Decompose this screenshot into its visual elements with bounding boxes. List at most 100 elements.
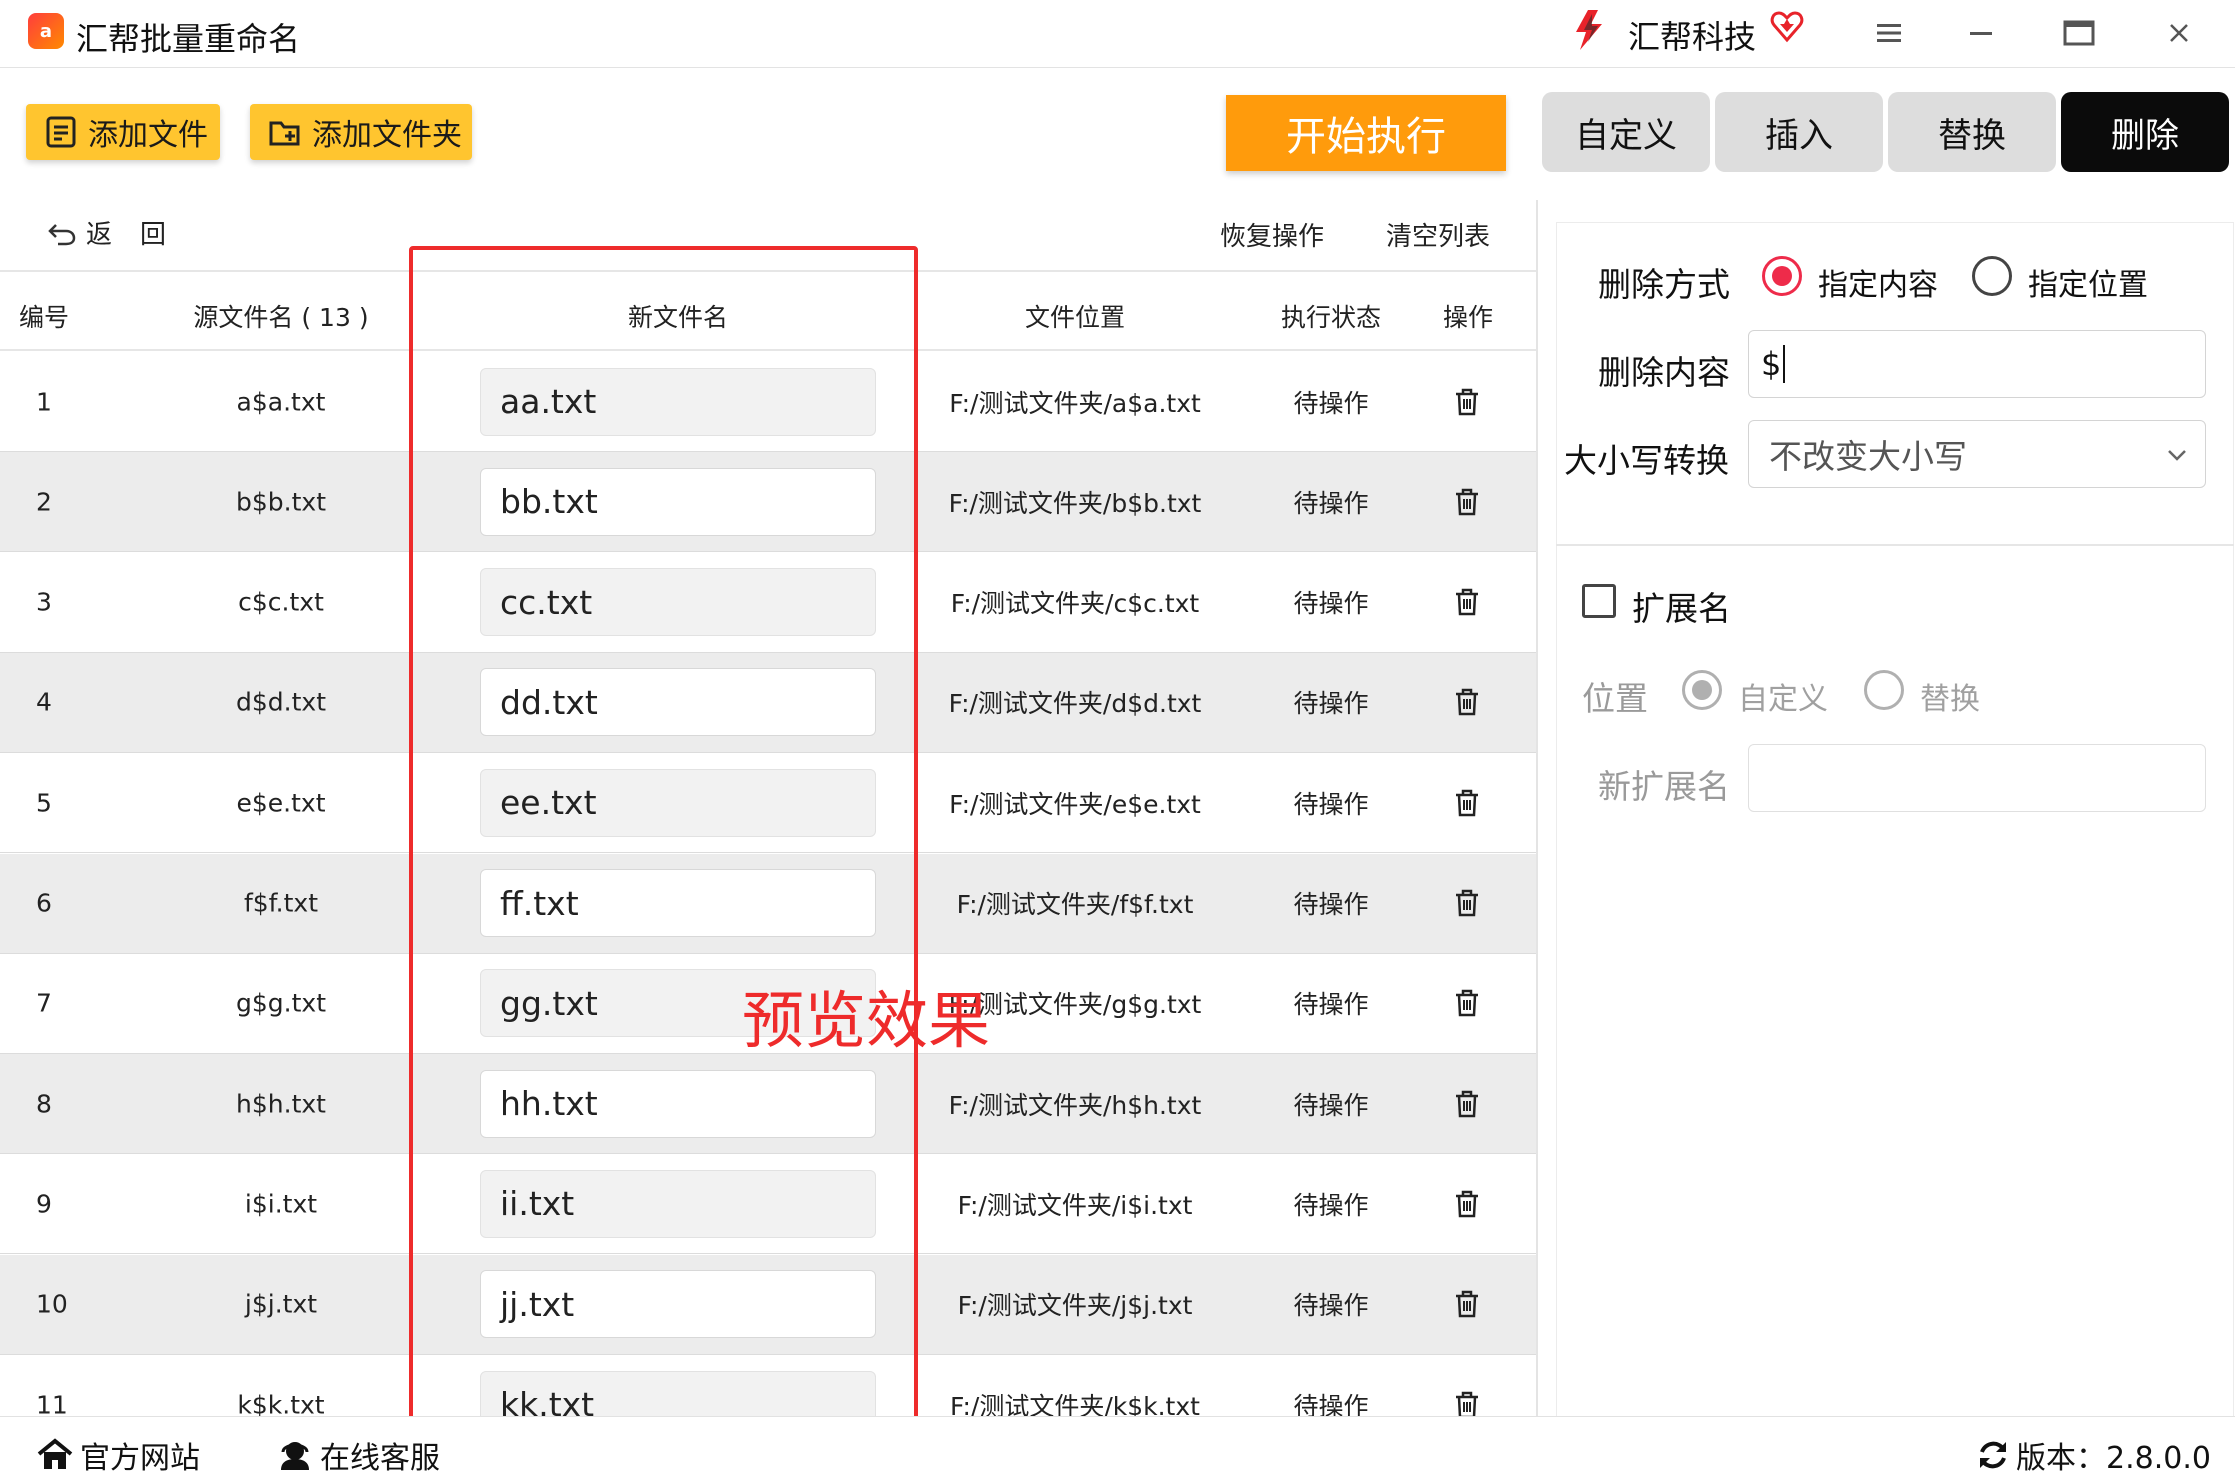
delete-content-label: 删除内容	[1598, 353, 1730, 392]
radio-position-replace-label[interactable]: 替换	[1920, 674, 1980, 718]
start-button[interactable]: 开始执行	[1226, 95, 1506, 171]
status-label: 待操作	[1293, 990, 1369, 1020]
table-header: 编号 源文件名 ( 13 ) 新文件名 文件位置 执行状态 操作	[0, 270, 1536, 351]
trash-icon[interactable]	[1453, 988, 1481, 1018]
official-website-link[interactable]: 官方网站	[36, 1433, 200, 1477]
restore-button[interactable]: 恢复操作	[1220, 216, 1324, 253]
menu-icon[interactable]	[1866, 10, 1912, 56]
file-location: F:/测试文件夹/c$c.txt	[950, 589, 1200, 619]
tab-custom[interactable]: 自定义	[1542, 92, 1710, 172]
trash-icon[interactable]	[1453, 788, 1481, 818]
radio-specified-position[interactable]	[1972, 256, 2012, 296]
app-title: 汇帮批量重命名	[76, 20, 301, 58]
table-row[interactable]: 10 j$j.txt jj.txt F:/测试文件夹/j$j.txt 待操作	[0, 1254, 1536, 1355]
delete-content-input[interactable]: $	[1748, 330, 2206, 398]
radio-specified-content-label[interactable]: 指定内容	[1818, 260, 1938, 304]
brand-name: 汇帮科技	[1628, 18, 1757, 56]
tab-delete[interactable]: 删除	[2061, 92, 2229, 172]
source-filename: g$g.txt	[236, 988, 326, 1018]
trash-icon[interactable]	[1453, 587, 1481, 617]
extension-label[interactable]: 扩展名	[1632, 582, 1731, 630]
new-extension-input[interactable]	[1748, 744, 2206, 812]
add-folder-button[interactable]: 添加文件夹	[250, 104, 472, 160]
new-filename-field[interactable]: ii.txt	[480, 1169, 876, 1238]
new-filename-field[interactable]: ff.txt	[480, 869, 876, 937]
table-row[interactable]: 6 f$f.txt ff.txt F:/测试文件夹/f$f.txt 待操作	[0, 853, 1536, 954]
version-info[interactable]: 版本：2.8.0.0	[1976, 1433, 2211, 1477]
panel-divider	[1536, 200, 1538, 1423]
radio-specified-content[interactable]	[1762, 256, 1802, 296]
minimize-icon[interactable]	[1958, 10, 2004, 56]
close-icon[interactable]	[2156, 10, 2202, 56]
row-number: 10	[36, 1289, 68, 1319]
support-agent-icon	[281, 1442, 309, 1470]
row-number: 6	[36, 888, 52, 918]
header-num: 编号	[18, 303, 70, 332]
table-row[interactable]: 2 b$b.txt bb.txt F:/测试文件夹/b$b.txt 待操作	[0, 452, 1536, 553]
file-list-icon	[46, 116, 76, 148]
header-newname[interactable]: 新文件名	[628, 298, 728, 334]
table-row[interactable]: 4 d$d.txt dd.txt F:/测试文件夹/d$d.txt 待操作	[0, 652, 1536, 753]
trash-icon[interactable]	[1453, 1089, 1481, 1119]
heart-badge-icon[interactable]	[1770, 10, 1804, 44]
row-number: 2	[36, 487, 52, 517]
case-conversion-select[interactable]: 不改变大小写	[1748, 420, 2206, 488]
panel-separator	[1556, 544, 2234, 546]
row-number: 7	[36, 988, 52, 1018]
tab-insert[interactable]: 插入	[1715, 92, 1883, 172]
maximize-icon[interactable]	[2056, 10, 2102, 56]
row-number: 8	[36, 1089, 52, 1119]
table-row[interactable]: 3 c$c.txt cc.txt F:/测试文件夹/c$c.txt 待操作	[0, 553, 1536, 653]
trash-icon[interactable]	[1453, 1289, 1481, 1319]
add-file-button[interactable]: 添加文件	[26, 104, 220, 160]
new-filename-field[interactable]: cc.txt	[480, 568, 876, 637]
back-button[interactable]: 返回	[46, 214, 194, 251]
table-row[interactable]: 9 i$i.txt ii.txt F:/测试文件夹/i$i.txt 待操作	[0, 1154, 1536, 1255]
row-number: 9	[36, 1189, 52, 1219]
row-number: 5	[36, 788, 52, 818]
trash-icon[interactable]	[1453, 1390, 1481, 1420]
tab-replace[interactable]: 替换	[1888, 92, 2056, 172]
row-number: 4	[36, 687, 52, 717]
new-filename-field[interactable]: aa.txt	[480, 367, 876, 436]
online-support-label: 在线客服	[320, 1441, 440, 1476]
new-filename-field[interactable]: bb.txt	[480, 467, 876, 536]
radio-position-custom-label[interactable]: 自定义	[1738, 674, 1828, 718]
clear-list-button[interactable]: 清空列表	[1386, 216, 1490, 253]
source-filename: i$i.txt	[244, 1189, 318, 1219]
header-location[interactable]: 文件位置	[1025, 298, 1125, 334]
radio-specified-position-label[interactable]: 指定位置	[2028, 260, 2148, 304]
preview-label: 预览效果	[742, 984, 991, 1057]
radio-position-replace[interactable]	[1864, 670, 1904, 710]
position-label: 位置	[1582, 679, 1648, 718]
status-label: 待操作	[1293, 1190, 1369, 1220]
table-row[interactable]: 1 a$a.txt aa.txt F:/测试文件夹/a$a.txt 待操作	[0, 352, 1536, 452]
file-location: F:/测试文件夹/f$f.txt	[956, 890, 1194, 919]
header-source[interactable]: 源文件名 ( 13 )	[193, 298, 368, 334]
trash-icon[interactable]	[1453, 1189, 1481, 1219]
app-logo-icon: a	[28, 13, 64, 49]
status-label: 待操作	[1293, 789, 1369, 819]
source-filename: d$d.txt	[236, 687, 326, 717]
source-filename: c$c.txt	[238, 587, 324, 617]
header-status[interactable]: 执行状态	[1281, 298, 1381, 334]
trash-icon[interactable]	[1453, 888, 1481, 918]
new-filename-field[interactable]: dd.txt	[480, 668, 876, 737]
trash-icon[interactable]	[1453, 487, 1481, 517]
extension-checkbox[interactable]	[1582, 584, 1616, 618]
radio-position-custom[interactable]	[1682, 670, 1722, 710]
trash-icon[interactable]	[1453, 387, 1481, 417]
add-file-label: 添加文件	[88, 118, 208, 153]
delete-mode-label: 删除方式	[1598, 265, 1730, 304]
official-website-label: 官方网站	[80, 1441, 200, 1476]
table-row[interactable]: 8 h$h.txt hh.txt F:/测试文件夹/h$h.txt 待操作	[0, 1054, 1536, 1155]
new-filename-field[interactable]: ee.txt	[480, 768, 876, 837]
online-support-link[interactable]: 在线客服	[276, 1433, 440, 1477]
table-row[interactable]: 5 e$e.txt ee.txt F:/测试文件夹/e$e.txt 待操作	[0, 753, 1536, 854]
trash-icon[interactable]	[1453, 687, 1481, 717]
new-filename-field[interactable]: hh.txt	[480, 1069, 876, 1138]
add-folder-label: 添加文件夹	[312, 118, 462, 153]
new-filename-field[interactable]: jj.txt	[480, 1270, 876, 1339]
source-filename: e$e.txt	[236, 788, 326, 818]
case-conversion-value: 不改变大小写	[1769, 437, 1967, 476]
